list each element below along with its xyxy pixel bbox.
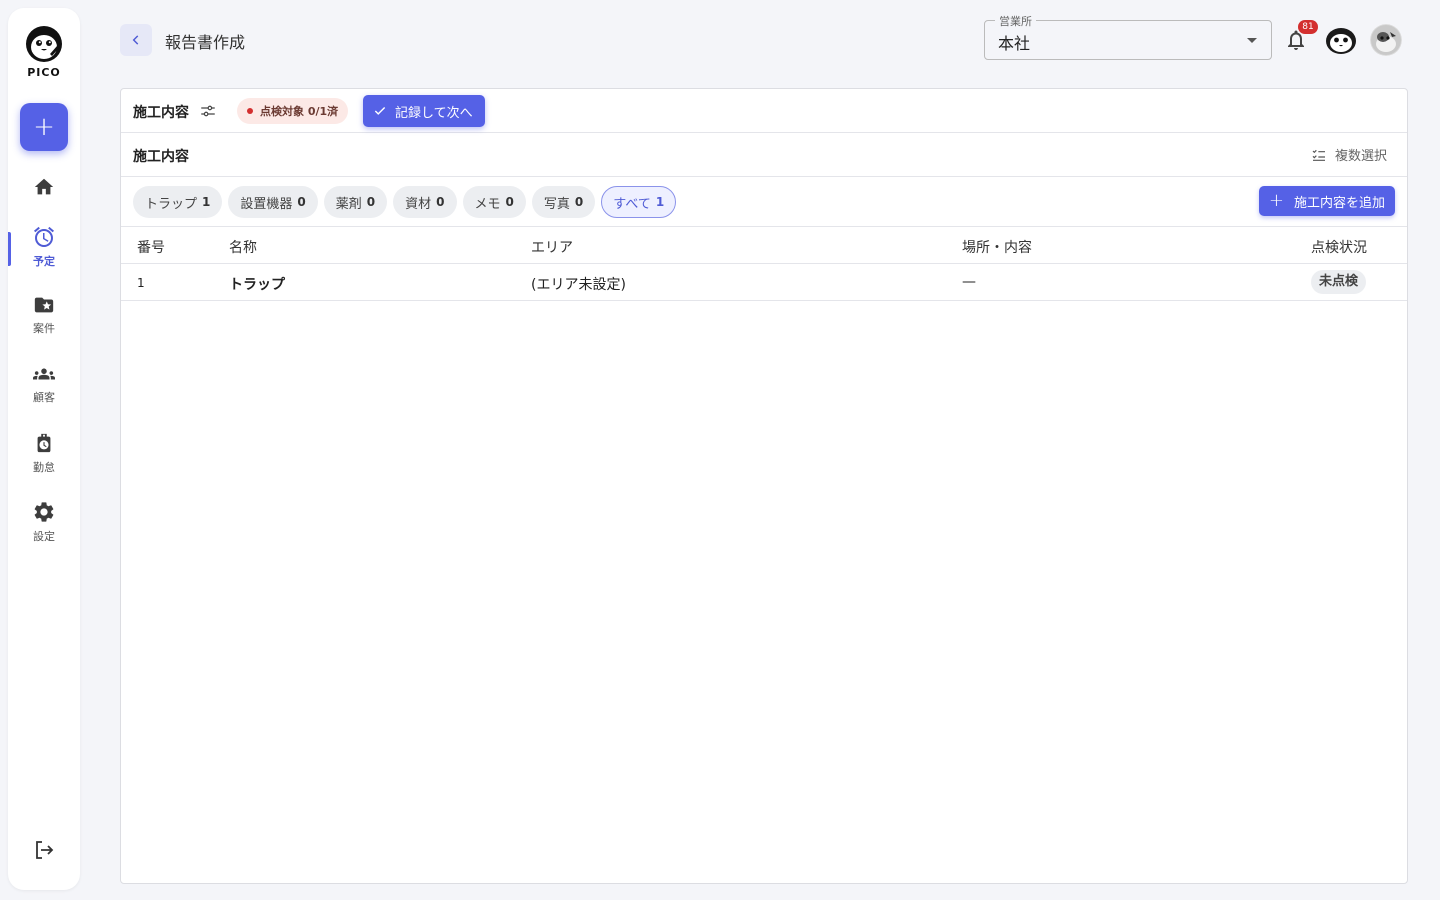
sidebar-item-attendance[interactable]: 勤怠: [8, 431, 80, 475]
chip-count: 0: [297, 195, 306, 209]
list-header: 施工内容 複数選択: [121, 133, 1407, 177]
sidebar-item-customers[interactable]: 顧客: [8, 363, 80, 405]
multi-select-label: 複数選択: [1334, 149, 1387, 164]
chip-label: 写真: [543, 196, 570, 212]
column-header-area[interactable]: エリア: [531, 237, 573, 257]
timer-bag-icon: [37, 433, 51, 453]
chip-count: 0: [436, 195, 445, 209]
row-place: —: [962, 274, 976, 290]
filter-chip-memo[interactable]: メモ 0: [462, 186, 526, 218]
record-and-next-label: 記録して次へ: [395, 105, 473, 121]
chip-label: 設置機器: [240, 196, 293, 212]
filter-chip-photos[interactable]: 写真 0: [531, 186, 596, 218]
filter-chip-chemicals[interactable]: 薬剤 0: [323, 186, 388, 218]
filter-chip-materials[interactable]: 資材 0: [393, 186, 457, 218]
chip-count: 0: [574, 195, 584, 209]
chip-label: すべて: [613, 196, 651, 212]
user-photo-icon: [1370, 24, 1402, 56]
section-title: 施工内容: [133, 105, 189, 121]
plus-icon: +: [1268, 190, 1284, 211]
create-new-button[interactable]: +: [20, 103, 68, 151]
notification-badge: 81: [1298, 20, 1318, 34]
check-icon: [374, 107, 386, 115]
column-header-number[interactable]: 番号: [137, 237, 165, 257]
sidebar-item-label: 案件: [33, 322, 55, 335]
column-header-name[interactable]: 名称: [229, 237, 257, 257]
construction-content-panel: 施工内容 点検対象 0/1済 記録して次へ 施工内容 複数選択 トラップ 1 設置: [120, 88, 1408, 884]
filter-chip-equipment[interactable]: 設置機器 0: [228, 186, 318, 218]
home-icon: [34, 178, 54, 195]
row-area: (エリア未設定): [531, 277, 626, 293]
filter-chip-trap[interactable]: トラップ 1: [133, 186, 223, 218]
panel-header: 施工内容 点検対象 0/1済 記録して次へ: [121, 89, 1407, 133]
record-and-next-button[interactable]: 記録して次へ: [363, 95, 485, 127]
office-select[interactable]: 営業所 本社: [984, 13, 1272, 60]
chip-label: 資材: [405, 196, 432, 212]
status-dot-icon: [247, 108, 253, 114]
chip-count: 0: [366, 195, 376, 209]
sidebar-item-label: 勤怠: [33, 461, 55, 474]
user-avatar[interactable]: [1370, 24, 1402, 56]
chevron-left-icon: [132, 35, 139, 45]
add-construction-content-button[interactable]: + 施工内容を追加: [1258, 186, 1395, 216]
add-button-label: 施工内容を追加: [1293, 195, 1385, 211]
multi-select-button[interactable]: 複数選択: [1311, 145, 1387, 164]
sidebar: PICO + 予定 案件 顧客 勤怠 設定: [8, 8, 80, 890]
logo[interactable]: PICO: [8, 24, 80, 79]
back-button[interactable]: [120, 24, 152, 56]
logo-text: PICO: [27, 66, 61, 79]
column-header-place[interactable]: 場所・内容: [962, 237, 1032, 257]
checklist-icon: [1312, 149, 1325, 161]
chip-label: 薬剤: [335, 196, 362, 212]
alarm-clock-icon: [34, 226, 54, 247]
tune-icon[interactable]: [199, 102, 217, 120]
chip-label: トラップ: [145, 196, 198, 212]
office-select-value: 本社: [998, 34, 1031, 53]
chip-count: 1: [202, 195, 211, 209]
row-number: 1: [137, 276, 145, 290]
page-title: 報告書作成: [165, 33, 246, 52]
gear-icon: [34, 502, 54, 522]
chip-count: 0: [505, 195, 514, 209]
list-title: 施工内容: [133, 149, 189, 165]
chip-count: 1: [655, 195, 665, 209]
filter-chips: トラップ 1 設置機器 0 薬剤 0 資材 0 メモ 0 写真 0 すべて 1: [133, 186, 682, 218]
table-header: 番号 名称 エリア 場所・内容 点検状況: [121, 227, 1407, 264]
sidebar-item-projects[interactable]: 案件: [8, 294, 80, 336]
group-icon: [33, 368, 55, 380]
column-header-status[interactable]: 点検状況: [1311, 237, 1367, 257]
inspection-status-chip: 点検対象 0/1済: [237, 98, 349, 124]
filter-chip-all[interactable]: すべて 1: [601, 186, 677, 218]
sidebar-item-label: 顧客: [33, 391, 55, 404]
star-folder-icon: [34, 297, 54, 313]
sidebar-item-schedule[interactable]: 予定: [8, 225, 80, 269]
sidebar-item-home[interactable]: [8, 176, 80, 198]
sidebar-item-label: 設定: [33, 530, 55, 543]
penguin-avatar-icon[interactable]: [1325, 24, 1357, 56]
logout-icon[interactable]: [32, 838, 56, 862]
sidebar-item-settings[interactable]: 設定: [8, 500, 80, 544]
table-row[interactable]: 1 トラップ (エリア未設定) — 未点検: [121, 264, 1407, 301]
penguin-logo-icon: [26, 26, 62, 62]
filter-bar: トラップ 1 設置機器 0 薬剤 0 資材 0 メモ 0 写真 0 すべて 1 + 施工内容を…: [121, 177, 1407, 227]
caret-down-icon: [1247, 38, 1257, 43]
sidebar-item-label: 予定: [33, 255, 55, 268]
office-select-label: 営業所: [995, 13, 1036, 29]
inspection-status-text: 点検対象 0/1済: [260, 105, 339, 118]
row-name: トラップ: [229, 277, 285, 293]
chip-label: メモ: [474, 196, 501, 212]
status-badge: 未点検: [1311, 270, 1367, 294]
